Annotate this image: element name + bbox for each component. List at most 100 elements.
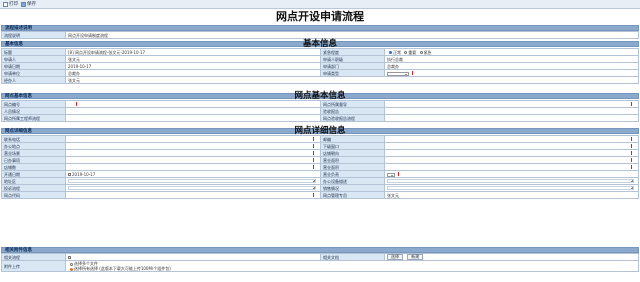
new-doc-button[interactable]: 新建 xyxy=(407,254,424,260)
handler-label: 经办人 xyxy=(1,76,66,84)
upload-all-radio[interactable] xyxy=(70,267,73,271)
basic-table: 标题 [8] 网点开设申请流程-张文元-2019-10-17 紧急程度 正常 重… xyxy=(1,48,639,84)
engineer-flow-label: 网点所属工程师流程 xyxy=(1,114,66,122)
sales-status-textarea[interactable] xyxy=(384,184,639,192)
urgency-normal-radio[interactable] xyxy=(389,51,392,54)
upload-label: 附件上传 xyxy=(1,260,66,272)
phone-field[interactable] xyxy=(65,135,321,143)
applicant-value: 张文元 xyxy=(65,55,321,63)
outlet-number-label: 网点编号 xyxy=(1,100,66,108)
required-marker xyxy=(312,165,314,169)
required-marker xyxy=(412,71,414,75)
complaint-flow-textarea[interactable] xyxy=(65,184,321,192)
handler-value: 张文元 xyxy=(65,76,639,84)
phone-label: 联系电话 xyxy=(1,135,66,143)
required-marker xyxy=(630,158,632,162)
office-location-label: 办公地点 xyxy=(1,142,66,150)
floppy-disk-icon xyxy=(21,1,26,7)
required-marker xyxy=(630,137,632,141)
done-items-label: 已办事项 xyxy=(1,156,66,164)
staff-label: 人员情况 xyxy=(1,107,66,115)
shop-count-field[interactable] xyxy=(65,163,321,171)
print-button[interactable]: 打印 xyxy=(3,1,18,7)
business-scene-label: 营业场景 xyxy=(1,149,66,157)
flow-picker-icon[interactable] xyxy=(68,256,71,259)
required-marker xyxy=(630,151,632,155)
resize-handle-icon[interactable] xyxy=(631,187,633,189)
apply-type-select[interactable] xyxy=(387,71,409,76)
acceptance-report-field[interactable] xyxy=(384,107,639,115)
apply-date-label: 申请日期 xyxy=(1,62,66,70)
flow-desc-label: 流程说明 xyxy=(1,31,66,39)
engineer-flow-field[interactable] xyxy=(65,114,321,122)
urgency-important-radio[interactable] xyxy=(404,51,408,54)
sub-window-label: 下级窗口 xyxy=(320,142,385,150)
required-marker xyxy=(630,165,632,169)
outlet-detail-table: 联系电话 邮编 办公地点 下级窗口 营业场景 店铺朝向 已办事项 营业面积 店铺… xyxy=(1,135,639,199)
related-doc-label: 相关文档 xyxy=(320,253,385,261)
select-doc-button[interactable]: 选择 xyxy=(387,254,403,260)
related-table: 相关流程 相关文档 选择 新建 附件上传 选择多个文件 选择所有选择 (此版本下… xyxy=(1,253,639,272)
done-items-field[interactable] xyxy=(65,156,321,164)
business-area-field[interactable] xyxy=(384,156,639,164)
outlet-supervisor-label: 网点所属督导 xyxy=(320,100,385,108)
applicant-rank-value: 执行总裁 xyxy=(384,55,639,63)
business-owner-label: 营业负责 xyxy=(320,170,385,178)
resize-handle-icon[interactable] xyxy=(313,180,315,182)
save-button[interactable]: 保存 xyxy=(21,1,36,7)
open-date-label: 开通日期 xyxy=(1,170,66,178)
apply-dept-value: 总裁办 xyxy=(384,62,639,70)
required-marker xyxy=(312,193,314,197)
page-title: 网点开设申请流程 xyxy=(276,10,364,23)
apply-unit-label: 申请单位 xyxy=(1,69,66,77)
flow-desc-value: 网点开设申请制度流程 xyxy=(65,31,639,39)
related-flow-cell[interactable] xyxy=(65,253,321,261)
sub-window-field[interactable] xyxy=(384,142,639,150)
shop-count-label: 店铺数 xyxy=(1,163,66,171)
urgency-urgent-radio[interactable] xyxy=(419,51,423,54)
business-scene-field[interactable] xyxy=(65,149,321,157)
title-field[interactable]: [8] 网点开设申请流程-张文元-2019-10-17 xyxy=(65,48,321,56)
applicant-rank-label: 申请人职级 xyxy=(320,55,385,63)
business-owner-select[interactable] xyxy=(387,172,395,177)
staff-field[interactable] xyxy=(65,107,321,115)
required-marker xyxy=(312,151,314,155)
calendar-icon[interactable] xyxy=(68,173,71,176)
apply-dept-label: 申请部门 xyxy=(320,62,385,70)
acceptance-flow-field[interactable] xyxy=(384,114,639,122)
outlet-number-field[interactable] xyxy=(65,100,321,108)
sales-status-label: 销售情况 xyxy=(320,184,385,192)
flow-desc-table: 流程说明 网点开设申请制度流程 xyxy=(1,31,639,39)
required-marker xyxy=(312,137,314,141)
toolbar: 打印 保存 xyxy=(0,0,640,9)
postcode-field[interactable] xyxy=(384,135,639,143)
outlet-code-label: 网点代码 xyxy=(1,191,66,199)
section-outlet-basic: 网点基本信息 xyxy=(1,93,639,99)
outlet-code-field[interactable] xyxy=(65,191,321,199)
outlet-supervisor-field[interactable] xyxy=(384,100,639,108)
urgency-radio-group[interactable]: 正常 重要 紧急 xyxy=(384,48,639,56)
open-date-cell[interactable]: 2019-10-17 xyxy=(65,170,321,178)
apply-type-cell xyxy=(384,69,639,77)
required-marker xyxy=(312,144,314,148)
applicant-label: 申请人 xyxy=(1,55,66,63)
section-basic: 基本信息 xyxy=(1,41,639,47)
address-textarea[interactable] xyxy=(65,177,321,185)
required-marker xyxy=(76,102,78,106)
urgency-label: 紧急程度 xyxy=(320,48,385,56)
outlet-basic-table: 网点编号 网点所属督导 人员情况 验收报告 网点所属工程师流程 网点验收报告流程 xyxy=(1,100,639,122)
section-outlet-detail: 网点详细信息 xyxy=(1,128,639,134)
outlet-manager-label: 网点管理专员 xyxy=(320,191,385,199)
apply-type-label: 申请类型 xyxy=(320,69,385,77)
office-equipment-label: 办公设备描述 xyxy=(320,177,385,185)
office-equipment-textarea[interactable] xyxy=(384,177,639,185)
complaint-flow-label: 投诉流程 xyxy=(1,184,66,192)
business-area-2-field[interactable] xyxy=(384,163,639,171)
shop-orientation-field[interactable] xyxy=(384,149,639,157)
business-owner-cell xyxy=(384,170,639,178)
resize-handle-icon[interactable] xyxy=(631,180,633,182)
office-location-field[interactable] xyxy=(65,142,321,150)
resize-handle-icon[interactable] xyxy=(313,187,315,189)
related-doc-cell: 选择 新建 xyxy=(384,253,639,261)
required-marker xyxy=(398,172,400,176)
